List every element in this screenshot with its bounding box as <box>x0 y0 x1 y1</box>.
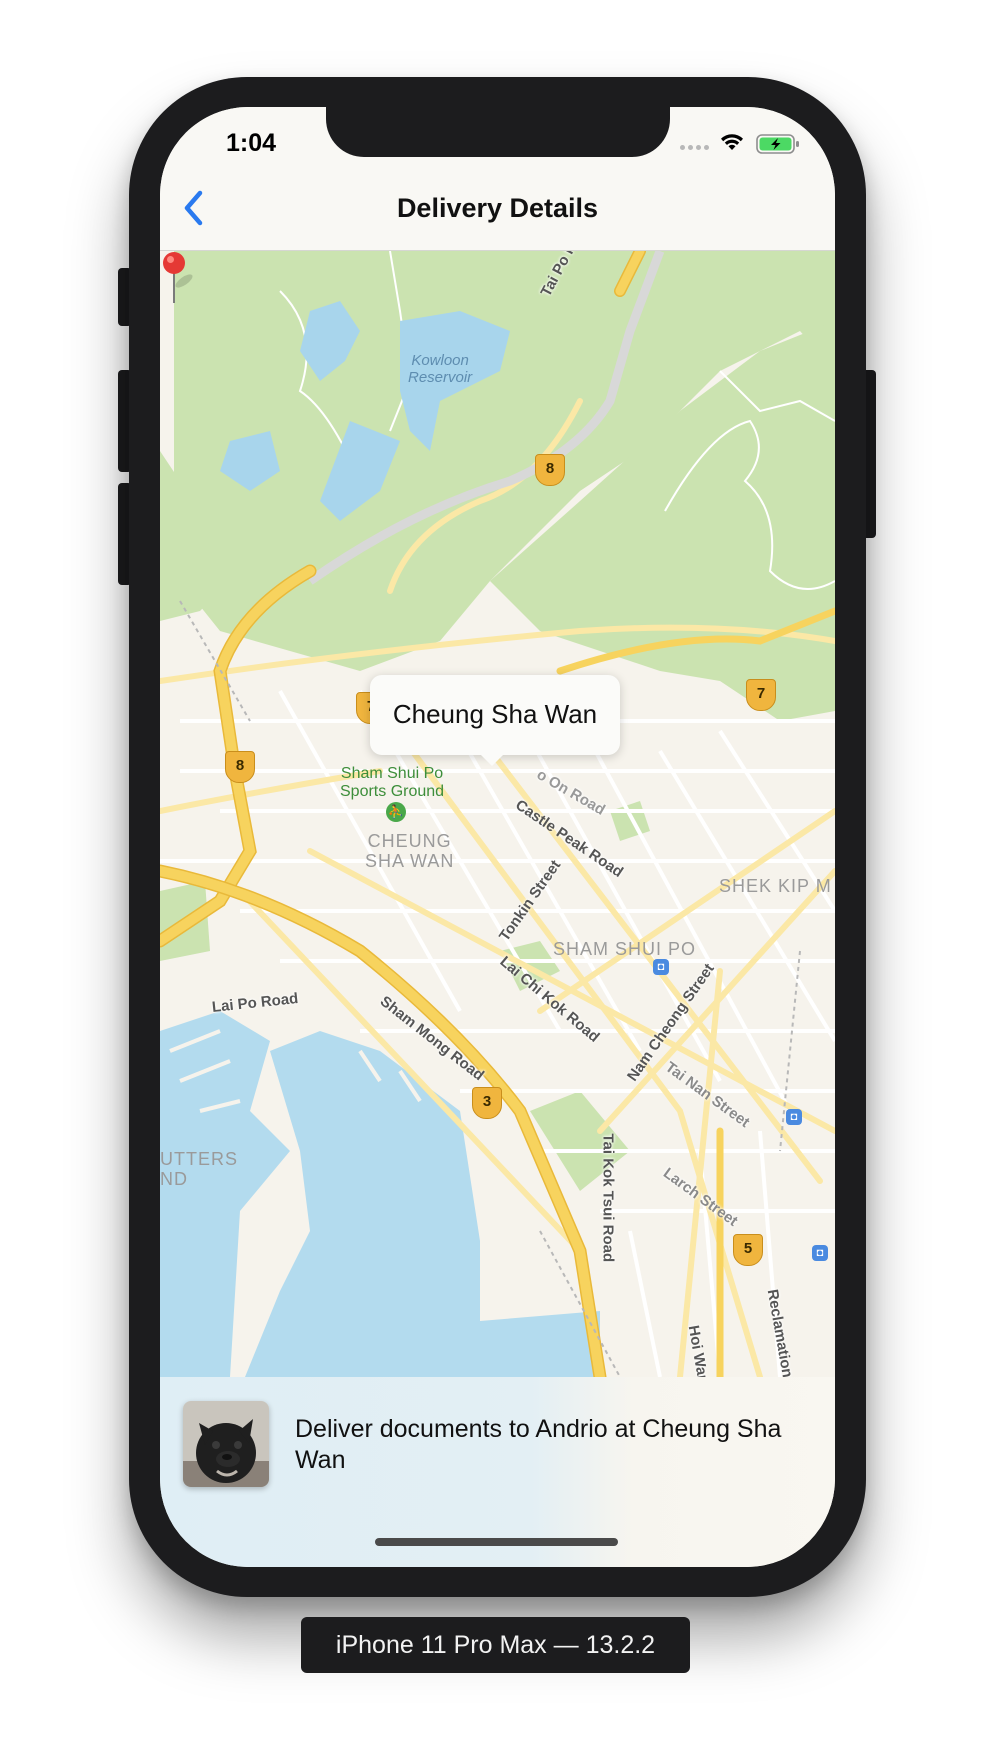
route-shield: 8 <box>225 751 255 783</box>
page-title: Delivery Details <box>396 193 599 223</box>
phone-screen: 1:04 Delivery Details Kowloon Reservoir … <box>160 107 835 1567</box>
status-time: 1:04 <box>226 129 277 157</box>
harbour-water <box>245 1031 480 1377</box>
district-label-cheung-sha-wan: CHEUNG SHA WAN <box>365 831 455 871</box>
navigation-bar: Delivery Details <box>160 167 835 251</box>
metro-station-icon: ◘ <box>653 959 669 975</box>
dog-photo-icon <box>183 1401 269 1487</box>
sports-ground-label: Sham Shui Po Sports Ground <box>340 765 445 800</box>
notch <box>326 107 670 157</box>
status-bar: 1:04 <box>160 107 835 167</box>
harbour-water <box>480 1311 600 1377</box>
map-canvas <box>160 251 835 1377</box>
battery-charging-icon <box>756 134 799 154</box>
district-label-shek-kip-mei: SHEK KIP M <box>719 876 832 896</box>
callout-title: Cheung Sha Wan <box>392 699 598 729</box>
recipient-avatar <box>183 1401 269 1487</box>
route-shield: 7 <box>746 679 776 711</box>
metro-station-icon: ◘ <box>786 1109 802 1125</box>
home-indicator[interactable] <box>375 1538 618 1546</box>
device-model-label: iPhone 11 Pro Max — 13.2.2 <box>301 1617 690 1673</box>
route-shield: 5 <box>733 1234 763 1266</box>
district-label-sham-shui-po: SHAM SHUI PO <box>553 939 697 959</box>
map-view[interactable]: Kowloon Reservoir Sham Shui Po Sports Gr… <box>160 251 835 1377</box>
wifi-icon <box>721 134 743 150</box>
district-label-stonecutters: UTTERS ND <box>160 1149 238 1189</box>
delivery-description: Deliver documents to Andrio at Cheung Sh… <box>295 1415 782 1474</box>
simulator-stage: 1:04 Delivery Details Kowloon Reservoir … <box>0 0 994 1748</box>
metro-station-icon: ◘ <box>812 1245 828 1261</box>
reservoir-label: Kowloon Reservoir <box>408 352 473 386</box>
map-pin-icon[interactable] <box>160 251 200 307</box>
cellular-signal-icon <box>680 145 709 150</box>
location-callout[interactable]: Cheung Sha Wan <box>370 675 620 766</box>
park-icon: ⛹ <box>386 802 406 822</box>
route-shield: 8 <box>535 454 565 486</box>
route-shield: 3 <box>472 1087 502 1119</box>
street-label: Tai Kok Tsui Road <box>599 1133 617 1263</box>
park-area <box>610 801 650 841</box>
